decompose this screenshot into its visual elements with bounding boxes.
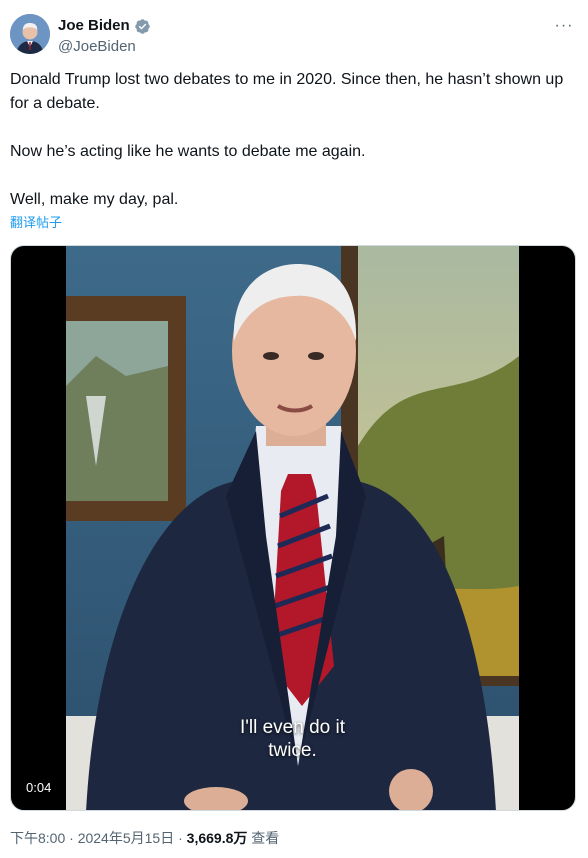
view-count: 3,669.8万 [186,830,248,846]
handle[interactable]: @JoeBiden [58,37,136,57]
tweet-paragraph: Donald Trump lost two debates to me in 2… [10,71,564,112]
avatar[interactable] [10,14,50,54]
name-row: Joe Biden [58,16,151,36]
video-duration-badge: 0:04 [21,778,57,798]
views-label: 查看 [247,830,280,846]
video-player[interactable]: I'll even do it twice. 0:04 [10,245,576,811]
post-date[interactable]: 2024年5月15日 [78,830,175,846]
caption-line: I'll even do it [239,717,346,738]
caption-line: twice. [268,740,317,761]
translate-post-link[interactable]: 翻译帖子 [10,214,62,232]
post-time[interactable]: 下午8:00 [10,830,65,846]
tweet-paragraph: Well, make my day, pal. [10,191,179,208]
video-caption: I'll even do it twice. [66,716,519,762]
meta-separator: · [174,830,187,846]
more-horizontal-icon[interactable]: ··· [552,14,576,38]
tweet-header: Joe Biden @JoeBiden ··· [10,14,576,58]
verified-badge-icon [134,18,151,35]
display-name[interactable]: Joe Biden [58,16,130,36]
meta-separator: · [65,830,78,846]
tweet-meta: 下午8:00 · 2024年5月15日 · 3,669.8万 查看 [10,828,279,848]
tweet-text: Donald Trump lost two debates to me in 2… [10,68,570,212]
tweet-paragraph: Now he’s acting like he wants to debate … [10,143,366,160]
